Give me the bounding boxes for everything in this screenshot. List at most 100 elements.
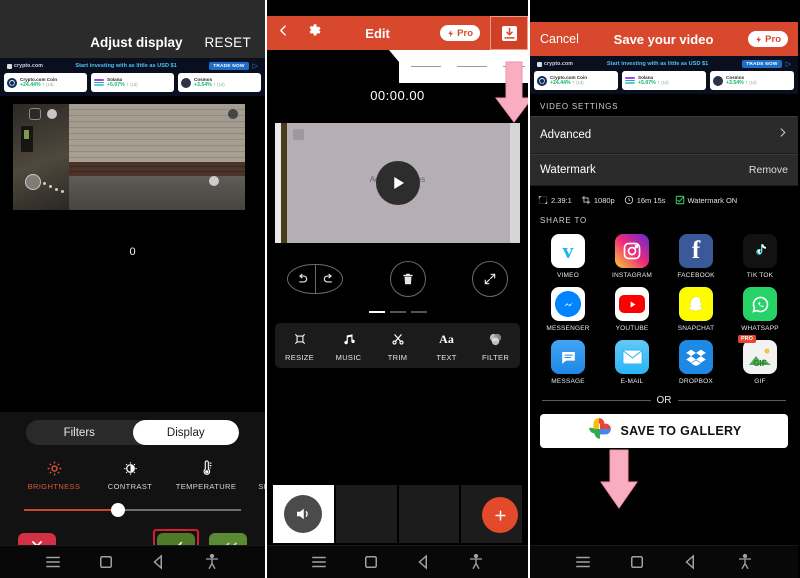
- tool-music-label: MUSIC: [335, 353, 362, 362]
- share-snapchat-label: SNAPCHAT: [677, 325, 715, 332]
- timeline-clip[interactable]: [335, 485, 397, 543]
- slider-fill: [24, 509, 120, 511]
- youtube-icon: [615, 287, 649, 321]
- tab-display[interactable]: Display: [132, 420, 239, 445]
- share-targets-grid: v VIMEO INSTAGRAM f FACEBOOK TIK TOK MES…: [530, 230, 798, 385]
- play-button[interactable]: [375, 161, 420, 205]
- adjust-sharpen[interactable]: SH: [244, 458, 265, 491]
- tool-resize[interactable]: RESIZE: [275, 330, 324, 362]
- menu-icon[interactable]: [44, 553, 62, 571]
- pro-badge[interactable]: Pro: [440, 25, 480, 41]
- share-tiktok[interactable]: TIK TOK: [728, 234, 792, 279]
- export-save-icon[interactable]: [490, 16, 528, 50]
- home-icon[interactable]: [628, 553, 646, 571]
- annotation-arrow-export: [492, 60, 528, 129]
- adjust-temperature[interactable]: TEMPERATURE: [168, 458, 244, 491]
- accessibility-icon[interactable]: [203, 553, 221, 571]
- share-email[interactable]: E-MAIL: [600, 340, 664, 385]
- filter-circles-icon: [471, 330, 520, 348]
- ad-coin-card[interactable]: Crypto.com Coin +24.44% ↑ (1d): [4, 73, 87, 92]
- timeline-clip[interactable]: [398, 485, 460, 543]
- game-hud-icon: [227, 108, 239, 120]
- speaker-volume-icon[interactable]: [284, 495, 323, 533]
- scissors-icon: [373, 330, 422, 348]
- crypto-com-logo-icon: [7, 63, 12, 69]
- menu-icon[interactable]: [310, 553, 328, 571]
- tool-music[interactable]: MUSIC: [324, 330, 373, 362]
- meta-aspect-ratio: 2.39:1: [538, 195, 572, 205]
- text-aa-icon: Aa: [439, 331, 454, 346]
- slider-knob[interactable]: [110, 503, 125, 517]
- accessibility-icon[interactable]: [467, 553, 485, 571]
- back-icon[interactable]: [415, 553, 433, 571]
- tiktok-icon: [743, 234, 777, 268]
- resize-icon: [275, 330, 324, 348]
- ad-coin-card[interactable]: Cosmos +3.54% ↑ (1d): [710, 71, 794, 90]
- ad-coin-card[interactable]: Crypto.com Coin +24.44% ↑ (1d): [534, 71, 618, 90]
- adjust-contrast[interactable]: CONTRAST: [92, 458, 168, 491]
- row-watermark[interactable]: Watermark Remove: [530, 154, 798, 186]
- cancel-button[interactable]: Cancel: [540, 32, 579, 46]
- ad-brand-label: crypto.com: [544, 61, 573, 67]
- ad-coin-card[interactable]: Solana +5.07% ↑ (1d): [622, 71, 706, 90]
- share-gif[interactable]: PRO GIF GIF: [728, 335, 792, 385]
- panel-adjust-display: Adjust display RESET crypto.com Start in…: [0, 0, 265, 578]
- three-panel-screenshot: Adjust display RESET crypto.com Start in…: [0, 0, 800, 578]
- ad-cta-button[interactable]: TRADE NOW: [742, 60, 782, 68]
- share-whatsapp[interactable]: WHATSAPP: [728, 287, 792, 332]
- ad-headline: Start investing with as little as USD $1: [75, 63, 177, 69]
- undo-icon[interactable]: [288, 272, 315, 286]
- redo-icon[interactable]: [315, 272, 342, 286]
- share-message-label: MESSAGE: [551, 378, 585, 385]
- video-preview-area[interactable]: [0, 96, 265, 218]
- remove-watermark-button[interactable]: Remove: [749, 164, 788, 176]
- add-clip-button[interactable]: [482, 497, 518, 533]
- share-vimeo[interactable]: v VIMEO: [536, 234, 600, 279]
- tool-trim-label: TRIM: [387, 353, 408, 362]
- timeline-clip-selected[interactable]: [273, 485, 334, 543]
- game-hud-button: [47, 109, 57, 119]
- android-navbar[interactable]: [0, 545, 265, 578]
- delete-trash-icon[interactable]: [389, 261, 426, 297]
- home-icon[interactable]: [97, 553, 115, 571]
- adjust-sharpen-label: SH: [258, 482, 265, 491]
- ad-coin-card[interactable]: Solana +5.07% ↑ (1d): [91, 73, 174, 92]
- coin-change: +24.44% ↑ (1d): [20, 82, 54, 88]
- ad-cta-button[interactable]: TRADE NOW: [209, 62, 249, 70]
- reset-button[interactable]: RESET: [204, 35, 251, 50]
- share-messenger[interactable]: MESSENGER: [536, 287, 600, 332]
- back-icon[interactable]: [682, 553, 700, 571]
- share-instagram[interactable]: INSTAGRAM: [600, 234, 664, 279]
- pro-badge[interactable]: Pro: [748, 31, 788, 47]
- android-navbar[interactable]: [530, 545, 798, 578]
- back-chevron-icon[interactable]: [277, 23, 290, 43]
- adjust-brightness[interactable]: BRIGHTNESS: [16, 458, 92, 491]
- meta-watermark[interactable]: Watermark ON: [675, 195, 737, 205]
- android-navbar[interactable]: [267, 545, 528, 578]
- share-to-header: SHARE TO: [540, 216, 588, 225]
- video-preview[interactable]: Add Your Notes: [275, 123, 520, 243]
- share-youtube[interactable]: YOUTUBE: [600, 287, 664, 332]
- save-to-gallery-button[interactable]: SAVE TO GALLERY: [540, 414, 788, 448]
- filters-display-tabs[interactable]: Filters Display: [26, 420, 239, 445]
- tool-trim[interactable]: TRIM: [373, 330, 422, 362]
- undo-redo-group[interactable]: [287, 264, 343, 294]
- share-dropbox[interactable]: DROPBOX: [664, 340, 728, 385]
- accessibility-icon[interactable]: [736, 553, 754, 571]
- adjust-slider[interactable]: [24, 503, 241, 517]
- share-facebook[interactable]: f FACEBOOK: [664, 234, 728, 279]
- tool-filter[interactable]: FILTER: [471, 330, 520, 362]
- back-icon[interactable]: [150, 553, 168, 571]
- crypto-ad-banner-2[interactable]: crypto.com Start investing with as littl…: [530, 56, 798, 94]
- share-message[interactable]: MESSAGE: [536, 340, 600, 385]
- home-icon[interactable]: [362, 553, 380, 571]
- fullscreen-expand-icon[interactable]: [472, 261, 508, 297]
- crypto-com-logo-icon: [537, 61, 542, 67]
- ad-coin-card[interactable]: Cosmos +3.54% ↑ (1d): [178, 73, 261, 92]
- menu-icon[interactable]: [574, 553, 592, 571]
- row-advanced[interactable]: Advanced: [530, 116, 798, 154]
- share-snapchat[interactable]: SNAPCHAT: [664, 287, 728, 332]
- tab-filters[interactable]: Filters: [26, 420, 133, 445]
- crypto-ad-banner-1[interactable]: crypto.com Start investing with as littl…: [0, 58, 265, 96]
- tool-text[interactable]: Aa TEXT: [422, 330, 471, 363]
